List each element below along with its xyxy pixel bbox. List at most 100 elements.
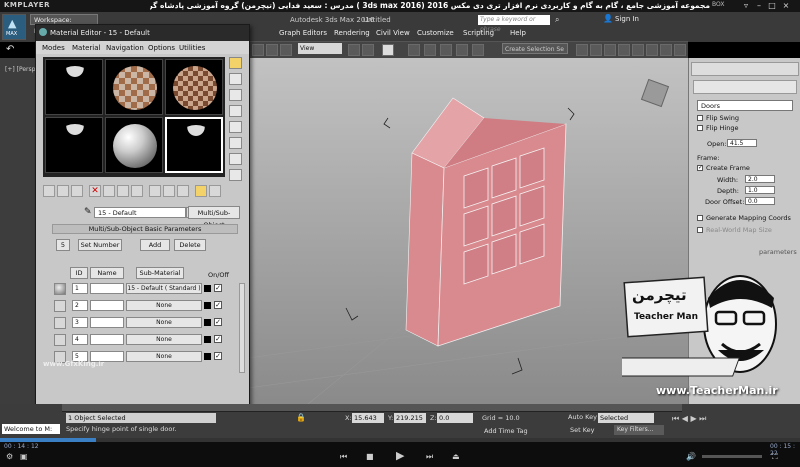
menu-civil-view[interactable]: Civil View (376, 29, 410, 37)
color-swatch[interactable] (204, 353, 211, 360)
onoff-checkbox[interactable]: ✓ (214, 284, 222, 292)
show-shaded-icon[interactable] (163, 185, 175, 197)
player-settings-icon[interactable]: ⚙ (6, 452, 13, 461)
get-material-icon[interactable] (43, 185, 55, 197)
angle-snap-icon[interactable] (424, 44, 436, 56)
onoff-checkbox[interactable]: ✓ (214, 318, 222, 326)
create-frame-checkbox[interactable]: ✓ Create Frame (697, 164, 750, 172)
search-input[interactable]: Type a keyword or phrase (478, 15, 550, 33)
percent-snap-icon[interactable] (440, 44, 452, 56)
tool-button[interactable] (252, 44, 264, 56)
tool-button[interactable] (362, 44, 374, 56)
sample-ball-icon[interactable] (54, 300, 66, 312)
submaterial-row[interactable]: 1 15 - Default ( Standard ) ✓ (54, 283, 244, 296)
number-of-materials[interactable]: 5 (56, 239, 70, 251)
volume-icon[interactable]: 🔊 (686, 452, 696, 461)
object-type-dropdown[interactable]: Doors (697, 100, 793, 111)
pin-icon[interactable]: ▿ (740, 0, 752, 11)
maximize-icon[interactable]: □ (766, 0, 778, 11)
tool-button[interactable] (472, 44, 484, 56)
material-editor-titlebar[interactable]: Material Editor - 15 - Default (36, 25, 249, 41)
reset-icon[interactable]: ✕ (89, 185, 101, 197)
curve-editor-icon[interactable] (632, 44, 644, 56)
delete-button[interactable]: Delete (174, 239, 206, 251)
key-mode-dropdown[interactable]: Selected (598, 413, 654, 423)
submaterial-id[interactable]: 2 (72, 300, 88, 311)
seek-bar[interactable] (0, 438, 800, 442)
video-color-check-icon[interactable] (229, 121, 242, 133)
rollout-header[interactable]: Multi/Sub-Object Basic Parameters (52, 224, 238, 234)
align-icon[interactable] (590, 44, 602, 56)
me-menu-material[interactable]: Material (72, 44, 100, 52)
assign-to-selection-icon[interactable] (71, 185, 83, 197)
maxscript-listener[interactable]: Welcome to M: (2, 424, 60, 434)
playback-controls[interactable]: ⏮ ◀ ▶ ⏭ (672, 414, 706, 424)
time-slider[interactable] (62, 404, 682, 412)
submaterial-id[interactable]: 3 (72, 317, 88, 328)
close-icon[interactable]: × (780, 0, 792, 11)
me-menu-options[interactable]: Options (148, 44, 175, 52)
go-forward-sibling-icon[interactable] (209, 185, 221, 197)
tool-button[interactable] (382, 44, 394, 56)
submaterial-button[interactable]: 15 - Default ( Standard ) (126, 283, 202, 294)
tool-button[interactable] (348, 44, 360, 56)
tool-button[interactable] (280, 44, 292, 56)
mirror-icon[interactable] (576, 44, 588, 56)
sample-type-icon[interactable] (229, 57, 242, 69)
width-spinner[interactable]: 2.0 (745, 175, 775, 183)
menu-customize[interactable]: Customize (417, 29, 454, 37)
submaterial-name[interactable] (90, 300, 124, 311)
show-end-result-icon[interactable] (177, 185, 189, 197)
backlight-icon[interactable] (229, 73, 242, 85)
material-editor-icon[interactable] (660, 44, 672, 56)
sample-slot-active[interactable] (165, 117, 223, 173)
sample-slot[interactable] (45, 59, 103, 115)
sample-slot[interactable] (45, 117, 103, 173)
minimize-icon[interactable]: – (753, 0, 765, 11)
options-icon[interactable] (229, 153, 242, 165)
submaterial-button[interactable]: None (126, 351, 202, 362)
uv-tiling-icon[interactable] (229, 105, 242, 117)
material-name-field[interactable]: 15 - Default (94, 207, 186, 218)
copy-material-icon[interactable] (103, 185, 115, 197)
table-scrollbar[interactable] (239, 283, 245, 373)
background-icon[interactable] (229, 89, 242, 101)
submaterial-button[interactable]: None (126, 334, 202, 345)
onoff-checkbox[interactable]: ✓ (214, 352, 222, 360)
color-swatch[interactable] (204, 319, 211, 326)
create-category-icons[interactable] (693, 80, 797, 94)
flip-swing-checkbox[interactable]: Flip Swing (697, 114, 739, 122)
door-offset-spinner[interactable]: 0.0 (745, 197, 775, 205)
sample-ball-icon[interactable] (54, 317, 66, 329)
sample-slot[interactable] (105, 59, 163, 115)
parameters-rollout[interactable]: parameters (759, 248, 797, 256)
layer-icon[interactable] (604, 44, 616, 56)
command-panel-tabs[interactable] (691, 62, 799, 76)
menu-graph-editors[interactable]: Graph Editors (279, 29, 327, 37)
snap-icon[interactable] (408, 44, 420, 56)
auto-key-button[interactable]: Auto Key (568, 413, 597, 421)
gen-mapping-checkbox[interactable]: Generate Mapping Coords (697, 214, 791, 222)
prev-icon[interactable]: ⏮ (340, 452, 347, 462)
volume-slider[interactable] (702, 455, 762, 458)
color-swatch[interactable] (204, 285, 211, 292)
sample-ball-icon[interactable] (54, 283, 66, 295)
submaterial-button[interactable]: None (126, 300, 202, 311)
graphite-icon[interactable] (618, 44, 630, 56)
flip-hinge-checkbox[interactable]: Flip Hinge (697, 124, 738, 132)
x-coordinate-field[interactable]: 15.643 (352, 413, 384, 423)
material-id-channel-icon[interactable] (149, 185, 161, 197)
select-by-material-icon[interactable] (229, 169, 242, 181)
material-type-button[interactable]: Multi/Sub-Object (188, 206, 240, 229)
name-column-header[interactable]: Name (90, 267, 124, 279)
3d-icon[interactable]: ▣ (20, 452, 28, 461)
spinner-snap-icon[interactable] (456, 44, 468, 56)
y-coordinate-field[interactable]: 219.215 (394, 413, 426, 423)
play-icon[interactable]: ▶ (396, 449, 404, 462)
binoculars-icon[interactable]: ⌕ (555, 15, 559, 25)
make-unique-icon[interactable] (117, 185, 129, 197)
go-to-parent-icon[interactable] (195, 185, 207, 197)
submaterial-id[interactable]: 4 (72, 334, 88, 345)
submaterial-id[interactable]: 1 (72, 283, 88, 294)
menu-scripting[interactable]: Scripting (463, 29, 494, 37)
